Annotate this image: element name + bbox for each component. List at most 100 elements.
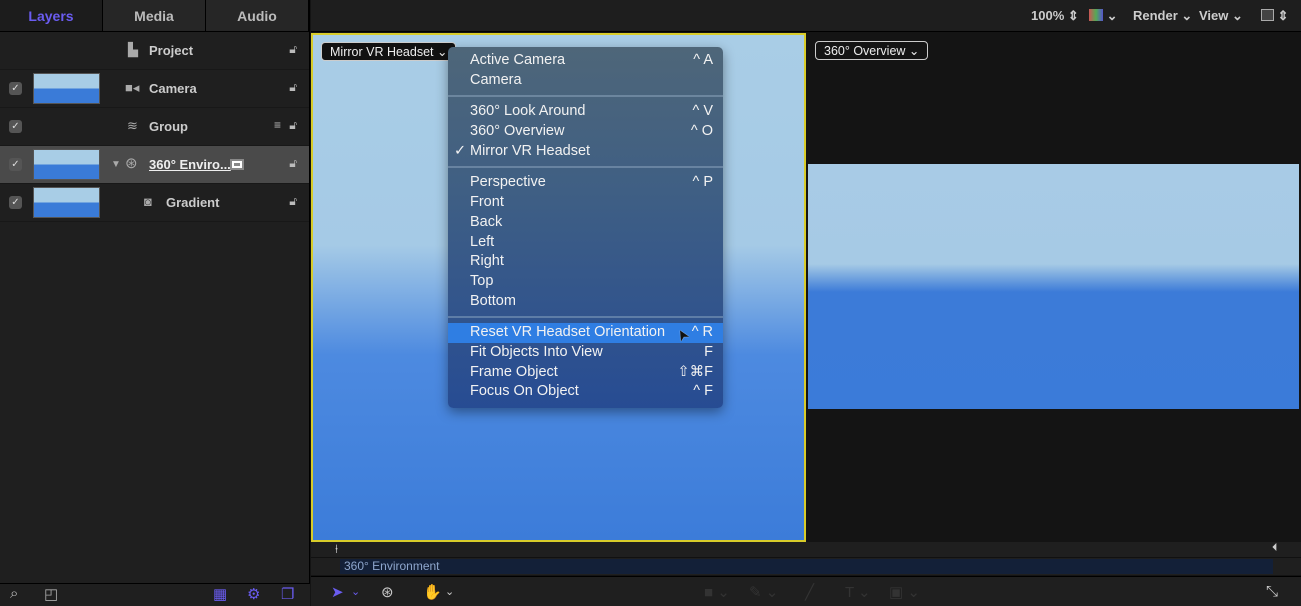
camera-menu-left[interactable]: Mirror VR Headset ⌄ <box>321 42 457 61</box>
viewport-layout-icon <box>1261 9 1274 21</box>
menu-item-label: Frame Object <box>470 363 558 380</box>
disclosure-triangle-icon[interactable]: ▼ <box>111 159 121 170</box>
checkmark-icon: ✓ <box>454 142 467 159</box>
layer-thumbnail <box>33 73 100 104</box>
menu-item[interactable]: Fit Objects Into View F <box>448 343 723 363</box>
menu-item[interactable]: Active Camera ^ A <box>448 51 723 71</box>
fullscreen-icon[interactable]: ⤡ <box>1266 583 1278 600</box>
timeline-ruler[interactable]: ⍿ ⏴ <box>311 542 1301 558</box>
visibility-checkbox[interactable]: ✓ <box>9 196 22 209</box>
layer-row-project[interactable]: ▙ Project 🔓︎ <box>0 32 309 70</box>
layer-thumbnail <box>33 149 100 180</box>
menu-item-label: Reset VR Headset Orientation <box>470 324 666 341</box>
menu-item-label: Bottom <box>470 292 516 309</box>
layer-name: 360° Enviro... <box>149 157 231 172</box>
shape-icon: ■ ⌄ <box>704 584 730 601</box>
visibility-checkbox[interactable]: ✓ <box>9 82 22 95</box>
layer-name: Camera <box>149 81 197 96</box>
layout-popup[interactable]: ⇕ <box>1261 8 1289 24</box>
camera-icon: ■◂ <box>125 80 140 95</box>
color-channels-popup[interactable]: ⌄ <box>1089 8 1118 24</box>
out-point-icon[interactable]: ⏴ <box>1272 542 1278 555</box>
chevron-down-icon[interactable]: ⌄ <box>445 585 454 598</box>
menu-item-label: Camera <box>470 71 522 88</box>
visibility-checkbox[interactable]: ✓ <box>9 158 22 171</box>
menu-item[interactable]: Frame Object ⇧⌘F <box>448 363 723 383</box>
menu-item-label: Fit Objects Into View <box>470 343 603 360</box>
panel-icon[interactable]: ◰ <box>44 585 58 603</box>
menu-separator <box>448 311 723 323</box>
layer-name: Project <box>149 43 194 58</box>
tab-layers[interactable]: Layers <box>0 0 103 31</box>
layer-name: Gradient <box>166 195 220 210</box>
view-menu[interactable]: View ⌄ <box>1199 8 1243 24</box>
brush-icon: ╱ <box>805 584 815 601</box>
menu-item-shortcut: ⇧⌘F <box>677 363 713 380</box>
select-arrow-icon[interactable]: ➤ <box>331 583 344 601</box>
menu-item[interactable]: Perspective ^ P <box>448 173 723 193</box>
menu-item[interactable]: 360° Look Around ^ V <box>448 102 723 122</box>
menu-item-shortcut: ^ A <box>693 52 713 68</box>
group-layers-icon: ≋ <box>127 118 138 133</box>
menu-separator <box>448 90 723 102</box>
menu-item-shortcut: ^ P <box>692 174 713 191</box>
search-icon[interactable]: ⌕ <box>10 585 18 602</box>
menu-item[interactable]: Back <box>448 213 723 233</box>
menu-item[interactable]: Right <box>448 252 723 272</box>
lock-icon[interactable]: 🔓︎ <box>289 194 297 209</box>
layers-icon[interactable]: ❐ <box>281 585 294 603</box>
menu-item-label: Back <box>470 213 503 230</box>
lock-icon[interactable]: 🔓︎ <box>289 156 297 171</box>
menu-item[interactable]: Camera <box>448 71 723 91</box>
menu-item[interactable]: ✓ Mirror VR Headset <box>448 142 723 162</box>
viewer-right-image[interactable] <box>808 164 1299 409</box>
text-icon: T ⌄ <box>845 584 871 601</box>
tab-media[interactable]: Media <box>103 0 206 31</box>
menu-item[interactable]: 360° Overview ^ O <box>448 122 723 142</box>
menu-item-shortcut: ^ O <box>690 123 713 140</box>
layer-name: Group <box>149 119 188 134</box>
menu-item[interactable]: Left <box>448 233 723 253</box>
menu-item-label: Perspective <box>470 174 546 191</box>
layers-panel: Layers Media Audio ▙ Project 🔓︎ ✓ ■◂ Cam… <box>0 0 310 606</box>
layer-row-group[interactable]: ✓ ≋ Group ≡ 🔓︎ <box>0 108 309 146</box>
lock-icon[interactable]: 🔓︎ <box>289 118 297 133</box>
visibility-checkbox[interactable]: ✓ <box>9 120 22 133</box>
mask-tool-icon: ▣ ⌄ <box>889 584 920 601</box>
menu-item-label: Top <box>470 272 494 289</box>
menu-item-label: Mirror VR Headset <box>470 142 591 159</box>
menu-item-shortcut: ^ V <box>692 103 713 120</box>
orbit-icon[interactable]: ⊛ <box>381 583 394 601</box>
lock-icon[interactable]: 🔓︎ <box>289 80 297 95</box>
menu-item[interactable]: Top <box>448 272 723 292</box>
render-menu[interactable]: Render ⌄ <box>1133 8 1192 24</box>
document-icon: ▙ <box>128 42 138 57</box>
playhead-icon[interactable]: ⍿ <box>335 542 338 557</box>
layer-row-360-environment[interactable]: ✓ ▼ ⊛ 360° Enviro... 🔓︎ <box>0 146 309 184</box>
zoom-level-popup[interactable]: 100% ⇕ <box>1031 8 1079 24</box>
camera-menu-right[interactable]: 360° Overview ⌄ <box>815 41 929 60</box>
lock-icon[interactable]: 🔓︎ <box>289 42 297 57</box>
layer-row-gradient[interactable]: ✓ ◙ Gradient 🔓︎ <box>0 184 309 222</box>
360-environment-icon: ⊛ <box>125 155 138 172</box>
menu-item-label: Front <box>470 194 504 211</box>
gradient-generator-icon: ◙ <box>144 194 152 209</box>
timeline-clip[interactable]: 360° Environment <box>340 559 1273 574</box>
menu-item[interactable]: Reset VR Headset Orientation ^ R ➤ <box>448 323 723 345</box>
layer-thumbnail <box>33 187 100 218</box>
stack-icon: ≡ <box>273 118 281 132</box>
menu-item[interactable]: Focus On Object ^ F <box>448 382 723 402</box>
canvas-toolbar: 100% ⇕ ⌄ Render ⌄ View ⌄ ⇕ <box>311 0 1301 32</box>
tab-audio[interactable]: Audio <box>206 0 309 31</box>
menu-item-label: 360° Look Around <box>470 103 586 120</box>
checkerboard-icon[interactable]: ▦ <box>213 585 227 603</box>
menu-item[interactable]: Front <box>448 193 723 213</box>
hand-icon[interactable]: ✋ <box>423 583 442 601</box>
menu-item[interactable]: Bottom <box>448 292 723 312</box>
color-icon <box>1089 9 1103 21</box>
layer-row-camera[interactable]: ✓ ■◂ Camera 🔓︎ <box>0 70 309 108</box>
layers-footer: ⌕ ◰ ▦ ⚙ ❐ <box>0 583 310 606</box>
camera-dropdown-menu: Active Camera ^ A Camera 360° Look Around ^ … <box>448 47 723 408</box>
gear-icon[interactable]: ⚙ <box>247 585 260 603</box>
chevron-down-icon[interactable]: ⌄ <box>351 585 360 598</box>
